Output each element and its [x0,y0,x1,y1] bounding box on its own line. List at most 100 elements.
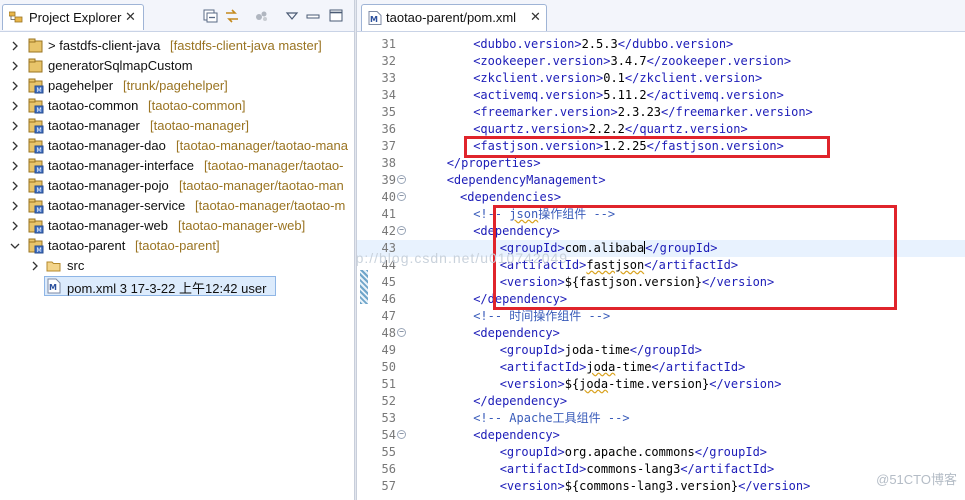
tree-item-repo-path: [trunk/pagehelper] [123,78,228,93]
code-token: commons-lang3 [586,462,681,476]
chevron-right-icon[interactable] [10,201,20,211]
code-line[interactable]: 52 </dependency> [357,393,965,410]
chevron-down-icon[interactable] [10,241,20,251]
code-text: <zookeeper.version>3.4.7</zookeeper.vers… [473,53,791,70]
code-token: <!-- 时间操作组件 --> [473,309,611,323]
fold-minus-icon[interactable]: − [397,430,406,439]
tree-item-child[interactable]: Mpom.xml 3 17-3-22 上午12:42 user [0,276,354,296]
svg-text:M: M [37,147,42,154]
chevron-right-icon[interactable] [10,181,20,191]
code-token: </artifactId> [680,462,775,476]
code-line[interactable]: 54− <dependency> [357,427,965,444]
svn-project-icon: M [28,198,44,214]
code-line[interactable]: 53 <!-- Apache工具组件 --> [357,410,965,427]
close-icon[interactable]: ✕ [530,9,541,25]
folder-icon [46,261,61,272]
svg-text:M: M [37,107,42,114]
collapse-all-icon[interactable] [203,9,219,23]
line-number: 57 [381,479,396,493]
tree-item-repo-path: [fastdfs-client-java master] [170,38,322,53]
line-number: 52 [381,394,396,408]
line-number: 32 [381,54,396,68]
project-explorer-view: Project Explorer ✕ > fastdfs-client-java… [0,0,354,500]
code-line[interactable]: 50 <artifactId>joda-time</artifactId> [357,359,965,376]
line-number: 55 [381,445,396,459]
code-line[interactable]: 48− <dependency> [357,325,965,342]
tree-item-project[interactable]: Mtaotao-manager-web [taotao-manager-web] [0,216,354,236]
svg-text:M: M [49,283,57,292]
close-icon[interactable]: ✕ [125,9,136,25]
line-number: 56 [381,462,396,476]
code-line[interactable]: 34 <activemq.version>5.11.2</activemq.ver… [357,87,965,104]
code-text: <dubbo.version>2.5.3</dubbo.version> [473,36,733,53]
code-line[interactable]: 31 <dubbo.version>2.5.3</dubbo.version> [357,36,965,53]
tree-item-project[interactable]: > fastdfs-client-java [fastdfs-client-jav… [0,36,354,56]
code-line[interactable]: 51 <version>${joda-time.version}</version… [357,376,965,393]
code-token: -time [615,360,652,374]
code-text: <dependencyManagement> [447,172,606,189]
code-line[interactable]: 39− <dependencyManagement> [357,172,965,189]
project-explorer-icon [9,11,23,23]
project-explorer-tab[interactable]: Project Explorer ✕ [2,4,144,30]
tree-item-label: taotao-manager-service [48,198,186,213]
line-number: 38 [381,156,396,170]
tree-item-project[interactable]: Mtaotao-common [taotao-common] [0,96,354,116]
code-line[interactable]: 55 <groupId>org.apache.commons</groupId> [357,444,965,461]
code-line[interactable]: 47 <!-- 时间操作组件 --> [357,308,965,325]
code-line[interactable]: 56 <artifactId>commons-lang3</artifactId> [357,461,965,478]
code-line[interactable]: 35 <freemarker.version>2.3.23</freemarker… [357,104,965,121]
tree-item-repo-path: [taotao-parent] [135,238,220,253]
code-line[interactable]: 33 <zkclient.version>0.1</zkclient.versio… [357,70,965,87]
focus-on-active-task-icon[interactable] [254,9,270,23]
code-token: org.apache.commons [564,445,695,459]
chevron-right-icon[interactable] [10,121,20,131]
maximize-icon[interactable] [328,9,344,23]
chevron-right-icon[interactable] [10,101,20,111]
svg-text:M: M [37,187,42,194]
code-token: <quartz.version> [473,122,589,136]
code-line[interactable]: 49 <groupId>joda-time</groupId> [357,342,965,359]
line-number: 41 [381,207,396,221]
tree-item-project[interactable]: Mtaotao-manager [taotao-manager] [0,116,354,136]
code-text: <activemq.version>5.11.2</activemq.versi… [473,87,784,104]
code-token: <!-- Apache工具组件 --> [473,411,630,425]
fold-minus-icon[interactable]: − [397,328,406,337]
tree-item-project[interactable]: Mtaotao-parent [taotao-parent] [0,236,354,256]
chevron-right-icon[interactable] [10,41,20,51]
fold-minus-icon[interactable]: − [397,175,406,184]
chevron-right-icon[interactable] [10,61,20,71]
code-token: joda [586,360,616,374]
tree-item-project[interactable]: Mtaotao-manager-service [taotao-manager/t… [0,196,354,216]
line-number: 46 [381,292,396,306]
tree-item-label: taotao-parent [48,238,126,253]
chevron-right-icon[interactable] [10,221,20,231]
fold-minus-icon[interactable]: − [397,226,406,235]
tree-item-label: taotao-manager-dao [48,138,166,153]
line-number: 45 [381,275,396,289]
minimize-icon[interactable] [305,9,321,23]
code-line[interactable]: 32 <zookeeper.version>3.4.7</zookeeper.ve… [357,53,965,70]
chevron-right-icon[interactable] [10,141,20,151]
code-token: 0.1 [603,71,625,85]
tree-item-project[interactable]: Mpagehelper [trunk/pagehelper] [0,76,354,96]
tree-item-project[interactable]: generatorSqlmapCustom [0,56,354,76]
chevron-right-icon[interactable] [30,261,40,271]
svg-text:M: M [37,167,42,174]
code-line[interactable]: 40− <dependencies> [357,189,965,206]
code-token: </properties> [446,156,541,170]
tab-pom-xml[interactable]: M taotao-parent/pom.xml ✕ [361,4,547,31]
view-menu-icon[interactable] [284,9,300,23]
link-with-editor-icon[interactable] [224,9,240,23]
code-token: </artifactId> [651,360,746,374]
tree-item-label: pagehelper [48,78,114,93]
tree-item-project[interactable]: Mtaotao-manager-pojo [taotao-manager/taot… [0,176,354,196]
tree-item-child[interactable]: src [0,256,354,276]
code-line[interactable]: 57 <version>${commons-lang3.version}</ver… [357,478,965,495]
chevron-right-icon[interactable] [10,161,20,171]
highlight-box-fastjson-version [464,136,830,158]
tree-item-project[interactable]: Mtaotao-manager-dao [taotao-manager/taota… [0,136,354,156]
chevron-right-icon[interactable] [10,81,20,91]
fold-minus-icon[interactable]: − [397,192,406,201]
line-number: 40 [381,190,396,204]
tree-item-project[interactable]: Mtaotao-manager-interface [taotao-manager… [0,156,354,176]
